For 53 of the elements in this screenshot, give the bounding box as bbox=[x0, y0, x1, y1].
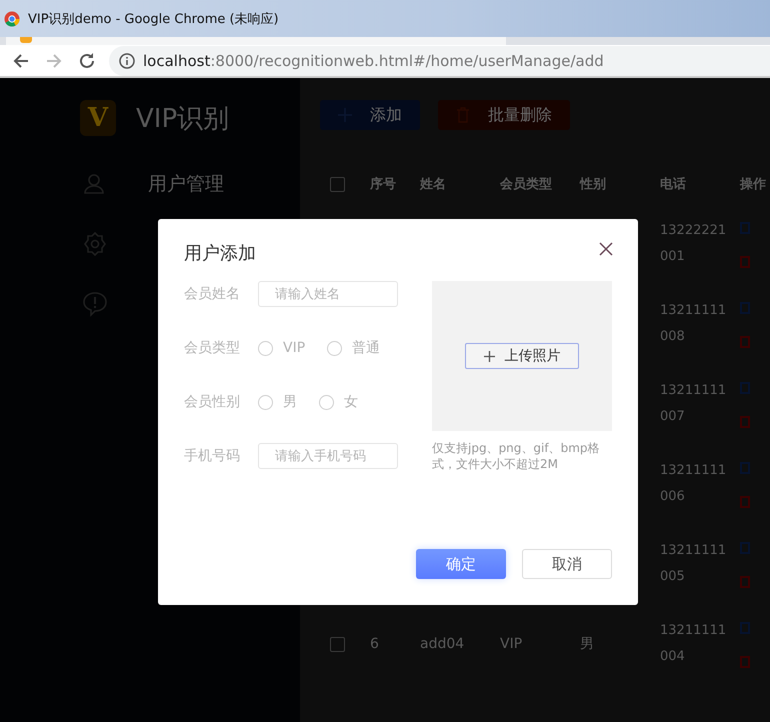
table-cell-text: 13211111 008 bbox=[660, 302, 728, 346]
info-icon[interactable] bbox=[119, 52, 135, 68]
table-cell-text: 13211111 004 bbox=[660, 622, 728, 666]
upload-button[interactable]: 上传照片 bbox=[465, 343, 579, 369]
radio-label[interactable]: 男 bbox=[283, 393, 297, 411]
radio-label[interactable]: 女 bbox=[344, 393, 358, 411]
radio-button[interactable] bbox=[258, 340, 273, 356]
add-button[interactable]: 添加 bbox=[320, 100, 420, 130]
radio-label[interactable]: 普通 bbox=[352, 339, 380, 357]
logo: V bbox=[80, 100, 116, 136]
table-cell: add04 bbox=[420, 636, 464, 652]
checkbox[interactable] bbox=[330, 636, 345, 652]
table-cell: 男 bbox=[580, 636, 594, 652]
field-label: 会员类型 bbox=[184, 339, 241, 357]
input-field[interactable]: 请输入手机号码 bbox=[258, 443, 398, 469]
cancel-button[interactable]: 取消 bbox=[522, 549, 612, 579]
app-name: VIP识别 bbox=[136, 102, 230, 136]
column-header: 性别 bbox=[580, 177, 606, 192]
window-title: VIP识别demo - Google Chrome (未响应) bbox=[28, 10, 279, 28]
table-cell: VIP bbox=[500, 636, 522, 652]
batch-delete-button[interactable]: 批量删除 bbox=[438, 100, 570, 130]
radio-button[interactable] bbox=[327, 340, 342, 356]
column-header: 姓名 bbox=[420, 177, 446, 192]
dialog-title: 用户添加 bbox=[184, 242, 256, 265]
address-field[interactable]: localhost:8000/recognitionweb.html#/home/userManage/add bbox=[109, 46, 770, 76]
column-header: 操作 bbox=[740, 177, 766, 192]
field-label: 会员姓名 bbox=[184, 285, 241, 303]
input-field[interactable]: 请输入姓名 bbox=[258, 281, 398, 307]
table-cell-text: 13211111 007 bbox=[660, 382, 728, 426]
column-header: 电话 bbox=[660, 177, 686, 192]
close-icon[interactable] bbox=[598, 241, 614, 257]
table-cell-text: 13222221 001 bbox=[660, 222, 728, 266]
sidebar-item[interactable]: 用户管理 bbox=[148, 171, 224, 197]
table-cell-text: 13211111 006 bbox=[660, 462, 728, 506]
chrome-logo-icon bbox=[4, 10, 20, 26]
message-icon bbox=[82, 291, 108, 317]
checkbox[interactable] bbox=[330, 176, 345, 192]
radio-label[interactable]: VIP bbox=[283, 340, 306, 356]
tab-favicon bbox=[20, 37, 32, 43]
user-icon bbox=[82, 172, 106, 196]
radio-button[interactable] bbox=[319, 394, 334, 410]
column-header: 序号 bbox=[370, 177, 396, 192]
gear-icon bbox=[82, 231, 108, 257]
field-label: 手机号码 bbox=[184, 447, 241, 465]
confirm-button[interactable]: 确定 bbox=[416, 549, 506, 579]
column-header: 会员类型 bbox=[500, 177, 552, 192]
plus-icon bbox=[484, 350, 494, 362]
table-cell: 6 bbox=[370, 636, 379, 652]
radio-button[interactable] bbox=[258, 394, 273, 410]
upload-area[interactable]: 上传照片 bbox=[432, 281, 612, 431]
field-label: 会员性别 bbox=[184, 393, 241, 411]
table-cell-text: 13211111 005 bbox=[660, 542, 728, 586]
upload-hint: 仅支持jpg、png、gif、bmp格式，文件大小不超过2M bbox=[432, 440, 601, 472]
